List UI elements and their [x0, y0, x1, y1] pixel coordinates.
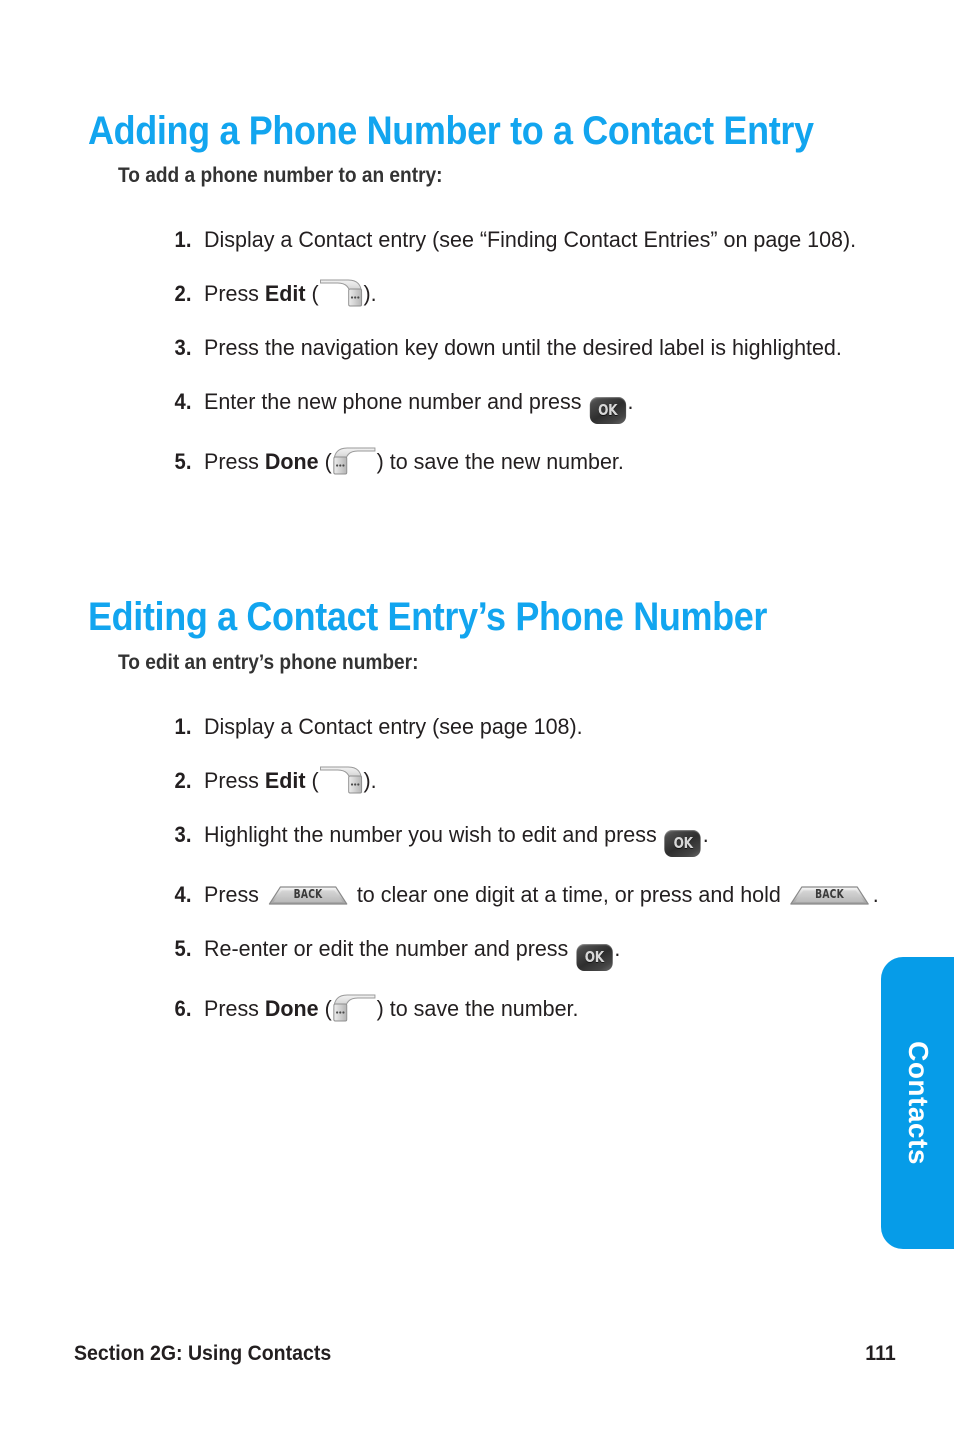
step-text: Press Edit (). — [204, 277, 886, 310]
step-number: 4. — [174, 882, 192, 907]
step-item: 4. Enter the new phone number and press O… — [158, 385, 918, 424]
page-title-adding-phone-number: Adding a Phone Number to a Contact Entry — [88, 108, 814, 153]
ok-key-icon: OK — [576, 944, 613, 971]
emphasis-text: Edit — [264, 281, 306, 306]
step-list-adding: 1. Display a Contact entry (see “Finding … — [118, 223, 918, 499]
back-key-label: BACK — [293, 887, 323, 901]
step-text: Display a Contact entry (see page 108). — [204, 714, 583, 739]
subheading-to-edit-phone-number: To edit an entry’s phone number: — [118, 651, 419, 674]
side-tab-contacts: Contacts — [881, 957, 954, 1249]
step-item: 2. Press Edit (). — [158, 764, 918, 797]
step-text: Highlight the number you wish to edit an… — [204, 818, 886, 857]
back-key-icon: BACK — [790, 883, 870, 907]
ok-key-icon: OK — [589, 397, 626, 424]
page-footer: Section 2G: Using Contacts 111 — [74, 1341, 896, 1367]
soft-key-left-icon — [332, 993, 377, 1023]
soft-key-right-icon — [319, 765, 364, 795]
step-number: 1. — [174, 714, 192, 739]
emphasis-text: Edit — [264, 768, 306, 793]
step-number: 2. — [174, 768, 192, 793]
step-number: 2. — [174, 281, 192, 306]
emphasis-text: Done — [264, 449, 319, 474]
step-item: 6. Press Done () to save the number. — [158, 992, 918, 1025]
step-number: 3. — [174, 822, 192, 847]
footer-section-label: Section 2G: Using Contacts — [74, 1342, 332, 1365]
step-number: 6. — [174, 996, 192, 1021]
step-number: 3. — [174, 335, 192, 360]
manual-page: Adding a Phone Number to a Contact Entry… — [0, 0, 954, 1431]
soft-key-left-icon — [332, 446, 377, 476]
ok-key-label: OK — [598, 401, 617, 419]
step-item: 5. Press Done () to save the new number. — [158, 445, 918, 478]
ok-key-label: OK — [584, 948, 604, 966]
step-text: Press Done () to save the new number. — [204, 445, 886, 478]
step-item: 3. Press the navigation key down until th… — [158, 331, 918, 364]
emphasis-text: Done — [264, 996, 319, 1021]
page-title-editing-phone-number: Editing a Contact Entry’s Phone Number — [88, 594, 768, 639]
ok-key-label: OK — [673, 834, 693, 852]
step-text: Press Done () to save the number. — [204, 992, 886, 1025]
back-key-label: BACK — [815, 887, 845, 901]
step-item: 5. Re-enter or edit the number and press … — [158, 932, 918, 971]
step-number: 5. — [174, 449, 192, 474]
step-number: 5. — [174, 936, 192, 961]
step-item: 1. Display a Contact entry (see “Finding … — [158, 223, 918, 256]
side-tab-label: Contacts — [902, 1041, 934, 1165]
step-text: Enter the new phone number and press OK. — [204, 385, 886, 424]
step-text: Press the navigation key down until the … — [204, 335, 842, 360]
step-item: 3. Highlight the number you wish to edit … — [158, 818, 918, 857]
step-number: 1. — [174, 227, 192, 252]
step-text: Press BACK to clear one digit at a time,… — [204, 882, 879, 907]
step-text: Press Edit (). — [204, 764, 886, 797]
step-number: 4. — [174, 389, 192, 414]
subheading-to-add-phone-number: To add a phone number to an entry: — [118, 164, 443, 187]
soft-key-right-icon — [319, 278, 364, 308]
ok-key-icon: OK — [664, 830, 701, 857]
step-text: Display a Contact entry (see “Finding Co… — [204, 227, 857, 252]
step-item: 4. Press BACK to clear one digit at a tim… — [158, 878, 918, 911]
step-item: 1. Display a Contact entry (see page 108)… — [158, 710, 918, 743]
step-text: Re-enter or edit the number and press OK… — [204, 932, 886, 971]
step-list-editing: 1. Display a Contact entry (see page 108)… — [118, 710, 918, 1046]
footer-page-number: 111 — [865, 1342, 896, 1365]
step-item: 2. Press Edit (). — [158, 277, 918, 310]
back-key-icon: BACK — [268, 883, 348, 907]
